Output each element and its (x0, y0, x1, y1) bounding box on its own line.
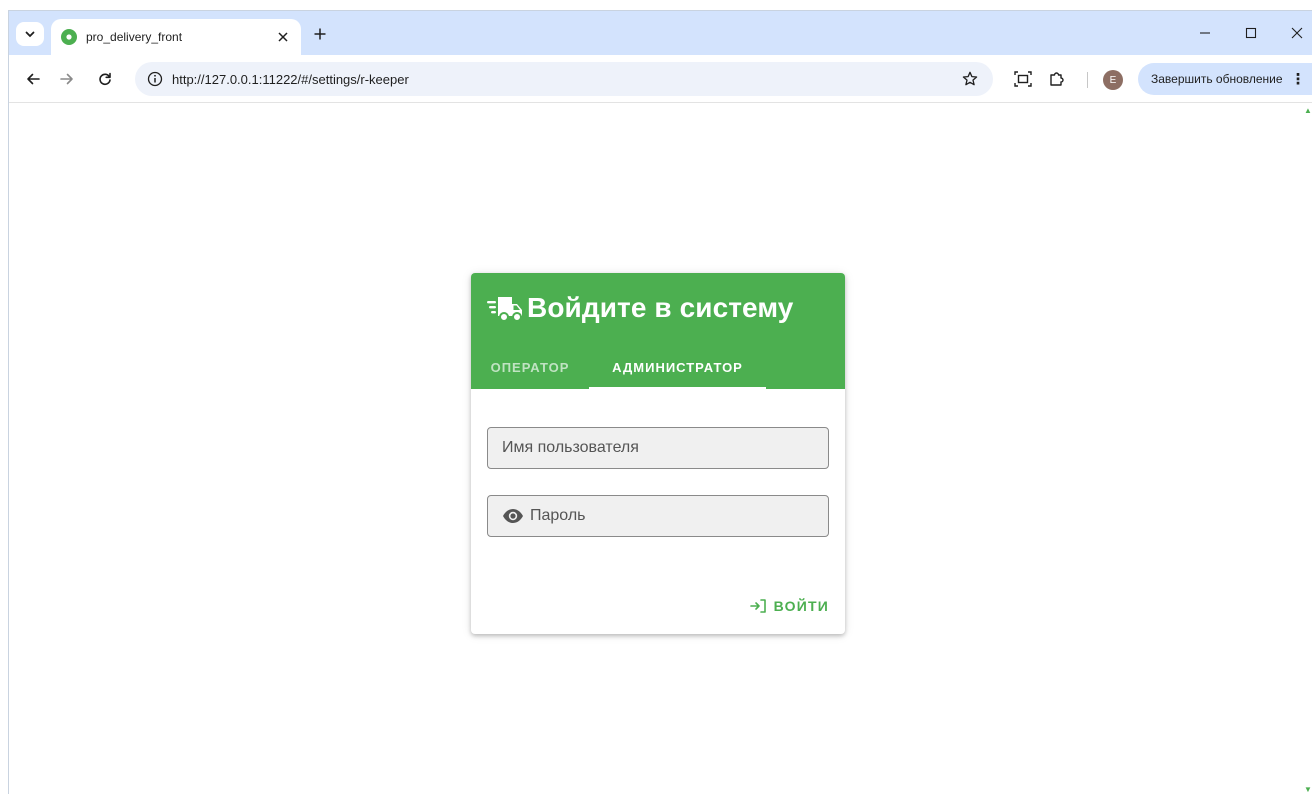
page-title: Войдите в систему (527, 292, 794, 323)
eye-icon[interactable] (502, 508, 524, 524)
app-favicon-icon (61, 29, 77, 45)
minimize-icon (1200, 32, 1210, 34)
toolbar-divider (1087, 72, 1088, 88)
star-icon[interactable] (957, 66, 983, 92)
maximize-button[interactable] (1231, 19, 1271, 47)
login-button-label: ВОЙТИ (773, 598, 829, 614)
tab-search-button[interactable] (16, 22, 44, 46)
chevron-down-icon (25, 31, 35, 38)
tab-administrator[interactable]: АДМИНИСТРАТОР (589, 345, 766, 389)
browser-toolbar: http://127.0.0.1:11222/#/settings/r-keep… (9, 55, 1312, 103)
close-icon[interactable] (273, 27, 293, 47)
login-tabs: ОПЕРАТОР АДМИНИСТРАТОР (471, 345, 766, 389)
username-input[interactable] (502, 428, 828, 468)
truck-icon (487, 297, 522, 322)
plus-icon (314, 28, 326, 40)
login-card-header: Войдите в систему ОПЕРАТОР АДМИНИСТРАТОР (471, 273, 845, 389)
kebab-menu-icon[interactable]: ⋮ (1291, 70, 1306, 88)
tab-operator[interactable]: ОПЕРАТОР (471, 345, 589, 389)
browser-tab[interactable]: pro_delivery_front (51, 19, 301, 55)
tab-strip: pro_delivery_front (9, 11, 1312, 55)
close-icon (1291, 27, 1303, 39)
url-text[interactable]: http://127.0.0.1:11222/#/settings/r-keep… (172, 72, 957, 87)
login-form: ВОЙТИ (471, 389, 845, 634)
scroll-up-icon[interactable]: ▲ (1304, 106, 1312, 115)
screenshot-icon[interactable] (1012, 68, 1034, 90)
puzzle-icon[interactable] (1046, 68, 1068, 90)
back-arrow-icon (27, 73, 40, 85)
browser-window: pro_delivery_front http://127.0.0.1:1122… (8, 10, 1312, 794)
info-icon[interactable] (144, 68, 166, 90)
new-tab-button[interactable] (309, 23, 331, 45)
maximize-icon (1245, 27, 1257, 39)
tab-title: pro_delivery_front (86, 30, 183, 44)
login-button[interactable]: ВОЙТИ (749, 589, 829, 623)
back-button[interactable] (21, 67, 45, 91)
login-card: Войдите в систему ОПЕРАТОР АДМИНИСТРАТОР (471, 273, 845, 634)
reload-icon (99, 72, 111, 86)
finish-update-button[interactable]: Завершить обновление ⋮ (1138, 63, 1312, 95)
password-field[interactable] (487, 495, 829, 537)
close-window-button[interactable] (1277, 19, 1312, 47)
login-icon (749, 599, 766, 613)
update-button-label: Завершить обновление (1151, 72, 1283, 86)
username-field[interactable] (487, 427, 829, 469)
reload-button[interactable] (93, 67, 117, 91)
address-bar[interactable]: http://127.0.0.1:11222/#/settings/r-keep… (135, 62, 993, 96)
forward-arrow-icon (60, 73, 73, 85)
avatar[interactable]: E (1103, 70, 1123, 90)
scroll-down-icon[interactable]: ▼ (1304, 785, 1312, 794)
forward-button[interactable] (55, 67, 79, 91)
password-input[interactable] (530, 496, 828, 536)
page-viewport: ▲ ▼ Войдите в систему ОПЕРАТОР АДМИНИСТР… (9, 104, 1312, 794)
minimize-button[interactable] (1185, 19, 1225, 47)
login-title-row: Войдите в систему (487, 290, 793, 326)
